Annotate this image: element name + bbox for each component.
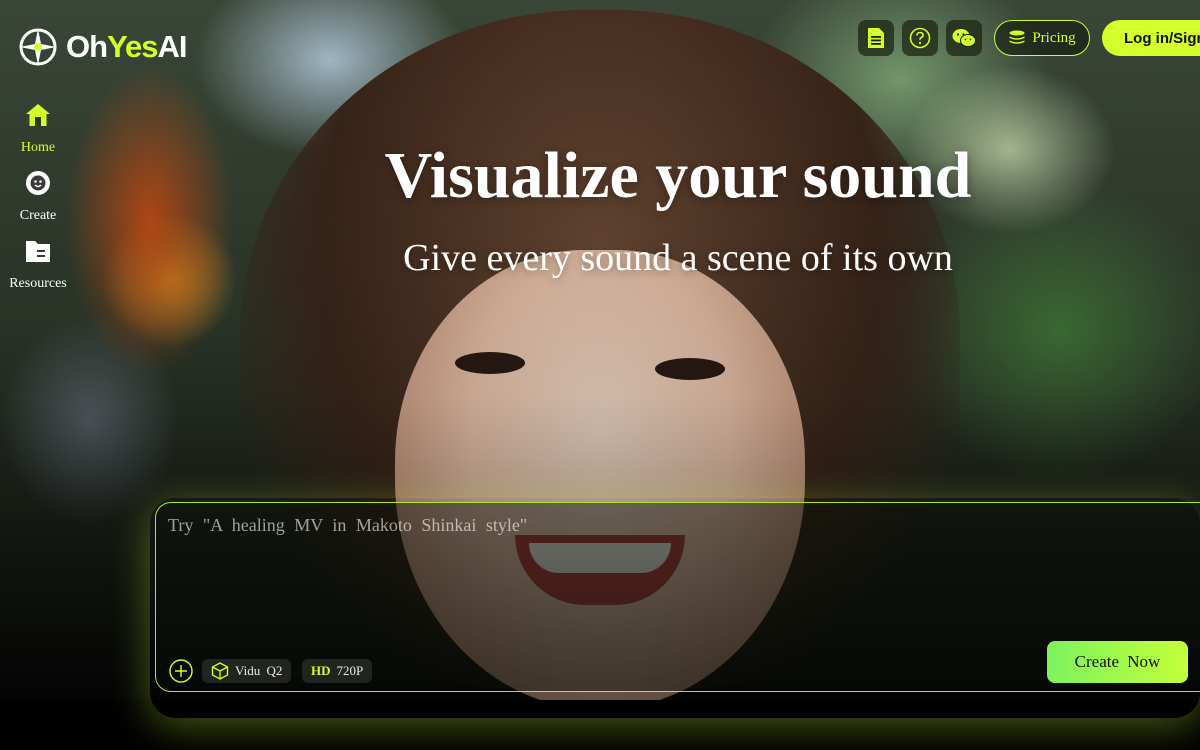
hd-badge: HD bbox=[311, 663, 331, 678]
brand-name: OhYesAI bbox=[66, 29, 188, 64]
cube-icon bbox=[211, 662, 229, 680]
wechat-button[interactable] bbox=[946, 20, 982, 56]
top-toolbar: Pricing bbox=[858, 20, 1090, 56]
help-button[interactable] bbox=[902, 20, 938, 56]
model-label: Vidu Q2 bbox=[235, 663, 283, 678]
page-bottom bbox=[0, 700, 1200, 750]
model-selector[interactable]: Vidu Q2 bbox=[202, 659, 292, 683]
help-icon bbox=[909, 27, 931, 49]
pricing-label: Pricing bbox=[1032, 29, 1076, 46]
hero-subtitle: Give every sound a scene of its own bbox=[403, 237, 953, 279]
prompt-input[interactable] bbox=[168, 515, 1168, 625]
hero-title: Visualize your sound bbox=[384, 139, 972, 212]
document-icon bbox=[868, 28, 884, 48]
resolution-selector[interactable]: HD 720P bbox=[302, 659, 373, 683]
create-now-button[interactable]: Create Now bbox=[1047, 641, 1188, 683]
logo-compass-icon bbox=[19, 28, 57, 66]
add-icon[interactable] bbox=[169, 659, 193, 683]
home-icon bbox=[26, 104, 50, 126]
coins-stack-icon bbox=[1009, 30, 1025, 44]
wechat-icon bbox=[952, 29, 976, 47]
login-button[interactable]: Log in/Sign up bbox=[1102, 20, 1200, 56]
docs-button[interactable] bbox=[858, 20, 894, 56]
login-label: Log in/Sign up bbox=[1124, 29, 1200, 47]
resolution-label: 720P bbox=[336, 663, 364, 678]
prompt-panel: Vidu Q2 HD 720P Create Now bbox=[155, 502, 1200, 692]
pricing-button[interactable]: Pricing bbox=[994, 20, 1090, 56]
brand-logo[interactable]: OhYesAI bbox=[18, 27, 188, 67]
